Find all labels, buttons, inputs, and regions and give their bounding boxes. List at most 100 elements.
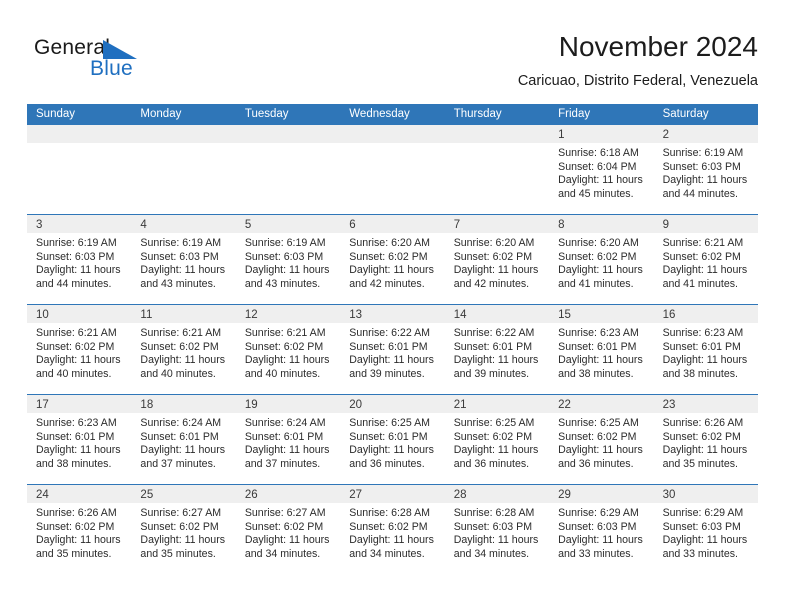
calendar-cell-day-10[interactable]: 10 Sunrise: 6:21 AM Sunset: 6:02 PM Dayligh… [27, 305, 132, 394]
day-sun-info: Sunrise: 6:29 AM Sunset: 6:03 PM Daylight:… [654, 503, 758, 561]
day-number: 2 [662, 129, 669, 141]
day-number-band: 3 [27, 215, 132, 233]
day-number-band [27, 125, 132, 143]
day-info-line: and 38 minutes. [662, 367, 738, 380]
day-info-line: Daylight: 11 hours [662, 354, 748, 367]
calendar-cell-day-17[interactable]: 17 Sunrise: 6:23 AM Sunset: 6:01 PM Dayligh… [27, 395, 132, 484]
day-sun-info: Sunrise: 6:26 AM Sunset: 6:02 PM Daylight:… [654, 413, 758, 471]
day-info-line: Sunset: 6:03 PM [662, 520, 741, 533]
calendar-cell-day-16[interactable]: 16 Sunrise: 6:23 AM Sunset: 6:01 PM Dayligh… [653, 305, 758, 394]
day-number-band: 2 [653, 125, 758, 143]
calendar-cell-day-21[interactable]: 21 Sunrise: 6:25 AM Sunset: 6:02 PM Dayligh… [444, 395, 550, 484]
day-number-band: 6 [340, 215, 445, 233]
day-info-line: Sunrise: 6:19 AM [244, 237, 326, 249]
day-sun-info: Sunrise: 6:18 AM Sunset: 6:04 PM Daylight:… [549, 143, 653, 201]
day-sun-info: Sunrise: 6:21 AM Sunset: 6:02 PM Daylight:… [654, 233, 758, 291]
day-info-line: Sunrise: 6:23 AM [558, 327, 639, 339]
day-info-line: Sunset: 6:03 PM [36, 250, 115, 263]
calendar-cell-day-29[interactable]: 29 Sunrise: 6:29 AM Sunset: 6:03 PM Dayligh… [549, 485, 654, 574]
calendar-cell-day-13[interactable]: 13 Sunrise: 6:22 AM Sunset: 6:01 PM Dayligh… [340, 305, 445, 394]
day-number: 12 [244, 309, 258, 321]
calendar-cell-day-2[interactable]: 2 Sunrise: 6:19 AM Sunset: 6:03 PM Daylight… [653, 125, 758, 214]
day-info-line: Daylight: 11 hours [453, 444, 539, 457]
calendar-cell-day-6[interactable]: 6 Sunrise: 6:20 AM Sunset: 6:02 PM Daylight… [340, 215, 445, 304]
calendar-week-row: 10 Sunrise: 6:21 AM Sunset: 6:02 PM Dayligh… [27, 304, 758, 394]
day-number-band: 26 [235, 485, 341, 503]
day-info-line: and 38 minutes. [558, 367, 634, 380]
day-info-line: Sunset: 6:02 PM [558, 430, 637, 443]
day-info-line: Daylight: 11 hours [36, 444, 121, 457]
calendar-cell-day-9[interactable]: 9 Sunrise: 6:21 AM Sunset: 6:02 PM Daylight… [653, 215, 758, 304]
day-number-band: 15 [549, 305, 654, 323]
calendar-cell-day-23[interactable]: 23 Sunrise: 6:26 AM Sunset: 6:02 PM Dayligh… [653, 395, 758, 484]
day-sun-info: Sunrise: 6:25 AM Sunset: 6:01 PM Daylight:… [340, 413, 444, 471]
day-info-line: Daylight: 11 hours [244, 534, 330, 547]
day-info-line: and 41 minutes. [662, 277, 738, 290]
day-number-band: 24 [27, 485, 132, 503]
weekday-header-thursday: Thursday [453, 108, 502, 120]
day-info-line: Sunrise: 6:24 AM [244, 417, 326, 429]
day-info-line: Sunrise: 6:21 AM [36, 327, 117, 339]
day-sun-info: Sunrise: 6:23 AM Sunset: 6:01 PM Daylight:… [549, 323, 653, 381]
day-info-line: Daylight: 11 hours [453, 354, 539, 367]
day-sun-info: Sunrise: 6:27 AM Sunset: 6:02 PM Daylight:… [131, 503, 235, 561]
calendar-cell-day-20[interactable]: 20 Sunrise: 6:25 AM Sunset: 6:01 PM Dayligh… [340, 395, 445, 484]
calendar-cell-day-14[interactable]: 14 Sunrise: 6:22 AM Sunset: 6:01 PM Dayligh… [444, 305, 550, 394]
calendar-cell-day-30[interactable]: 30 Sunrise: 6:29 AM Sunset: 6:03 PM Dayligh… [653, 485, 758, 574]
day-number: 27 [349, 489, 363, 501]
day-info-line: and 43 minutes. [140, 277, 216, 290]
calendar-cell-day-11[interactable]: 11 Sunrise: 6:21 AM Sunset: 6:02 PM Dayligh… [131, 305, 236, 394]
day-sun-info: Sunrise: 6:24 AM Sunset: 6:01 PM Daylight:… [131, 413, 235, 471]
day-sun-info: Sunrise: 6:22 AM Sunset: 6:01 PM Daylight:… [445, 323, 549, 381]
calendar-cell-day-7[interactable]: 7 Sunrise: 6:20 AM Sunset: 6:02 PM Daylight… [444, 215, 550, 304]
general-blue-logo[interactable]: General Blue [34, 36, 164, 84]
day-info-line: Sunset: 6:03 PM [558, 520, 637, 533]
calendar-cell-day-3[interactable]: 3 Sunrise: 6:19 AM Sunset: 6:03 PM Daylight… [27, 215, 132, 304]
day-info-line: Sunrise: 6:20 AM [558, 237, 639, 249]
day-info-line: Sunset: 6:02 PM [244, 520, 324, 533]
calendar-cell-day-25[interactable]: 25 Sunrise: 6:27 AM Sunset: 6:02 PM Dayligh… [131, 485, 236, 574]
calendar-cell-day-19[interactable]: 19 Sunrise: 6:24 AM Sunset: 6:01 PM Dayligh… [235, 395, 341, 484]
calendar-cell-day-18[interactable]: 18 Sunrise: 6:24 AM Sunset: 6:01 PM Dayligh… [131, 395, 236, 484]
calendar-cell-day-24[interactable]: 24 Sunrise: 6:26 AM Sunset: 6:02 PM Dayligh… [27, 485, 132, 574]
calendar-cell-day-1[interactable]: 1 Sunrise: 6:18 AM Sunset: 6:04 PM Daylight… [549, 125, 654, 214]
day-info-line: Sunrise: 6:27 AM [244, 507, 326, 519]
day-number-band [340, 125, 445, 143]
calendar-cell-day-5[interactable]: 5 Sunrise: 6:19 AM Sunset: 6:03 PM Daylight… [235, 215, 341, 304]
title-block: November 2024 Caricuao, Distrito Federal… [518, 30, 758, 90]
day-info-line: Sunrise: 6:22 AM [349, 327, 430, 339]
day-number: 23 [662, 399, 676, 411]
day-sun-info [340, 143, 444, 147]
calendar-cell-day-28[interactable]: 28 Sunrise: 6:28 AM Sunset: 6:03 PM Dayligh… [444, 485, 550, 574]
calendar-cell-empty [235, 125, 341, 214]
calendar-cell-day-15[interactable]: 15 Sunrise: 6:23 AM Sunset: 6:01 PM Dayligh… [549, 305, 654, 394]
day-info-line: Sunset: 6:03 PM [662, 160, 741, 173]
day-info-line: Sunset: 6:02 PM [349, 250, 428, 263]
calendar-week-row: 1 Sunrise: 6:18 AM Sunset: 6:04 PM Daylight… [27, 125, 758, 214]
day-info-line: Daylight: 11 hours [140, 354, 226, 367]
day-info-line: and 44 minutes. [36, 277, 112, 290]
day-sun-info: Sunrise: 6:28 AM Sunset: 6:02 PM Daylight:… [340, 503, 444, 561]
day-info-line: Sunset: 6:03 PM [244, 250, 324, 263]
calendar-cell-day-26[interactable]: 26 Sunrise: 6:27 AM Sunset: 6:02 PM Dayligh… [235, 485, 341, 574]
day-number-band: 28 [444, 485, 550, 503]
day-info-line: Sunrise: 6:25 AM [349, 417, 430, 429]
calendar-cell-day-8[interactable]: 8 Sunrise: 6:20 AM Sunset: 6:02 PM Daylight… [549, 215, 654, 304]
calendar-cell-day-12[interactable]: 12 Sunrise: 6:21 AM Sunset: 6:02 PM Dayligh… [235, 305, 341, 394]
day-sun-info: Sunrise: 6:26 AM Sunset: 6:02 PM Daylight:… [27, 503, 131, 561]
day-number: 24 [36, 489, 49, 501]
day-info-line: Daylight: 11 hours [36, 354, 121, 367]
day-number: 17 [36, 399, 49, 411]
day-info-line: Sunset: 6:01 PM [453, 340, 533, 353]
day-number: 1 [558, 129, 565, 141]
day-info-line: and 33 minutes. [558, 547, 634, 560]
day-number: 6 [349, 219, 356, 231]
calendar-cell-day-27[interactable]: 27 Sunrise: 6:28 AM Sunset: 6:02 PM Dayligh… [340, 485, 445, 574]
day-info-line: Sunrise: 6:26 AM [36, 507, 117, 519]
day-info-line: Sunset: 6:01 PM [244, 430, 324, 443]
day-info-line: Daylight: 11 hours [558, 174, 643, 187]
day-info-line: Sunrise: 6:25 AM [453, 417, 535, 429]
calendar-cell-day-4[interactable]: 4 Sunrise: 6:19 AM Sunset: 6:03 PM Daylight… [131, 215, 236, 304]
day-number-band: 27 [340, 485, 445, 503]
calendar-cell-day-22[interactable]: 22 Sunrise: 6:25 AM Sunset: 6:02 PM Dayligh… [549, 395, 654, 484]
